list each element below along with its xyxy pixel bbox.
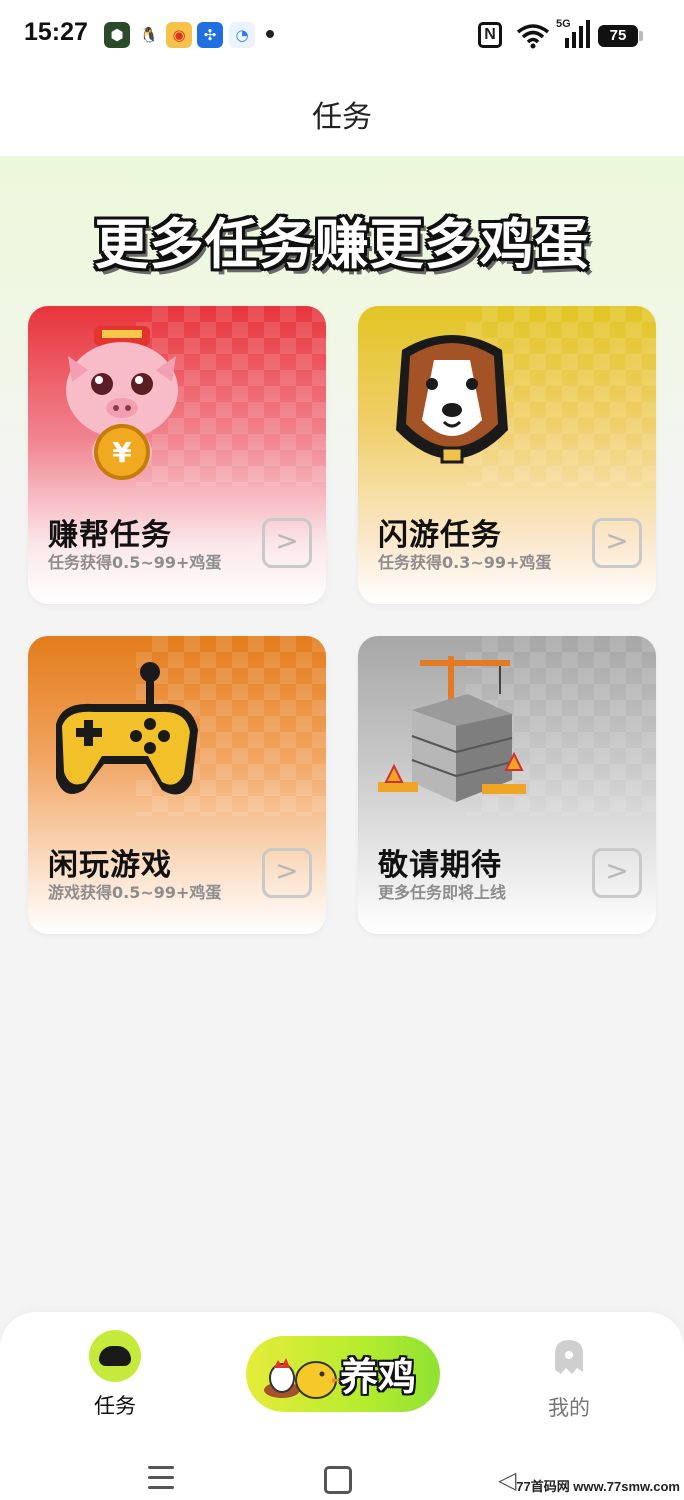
- browser-icon: ◔: [229, 22, 255, 48]
- signal-icon: [565, 20, 590, 48]
- card-title: 赚帮任务: [48, 518, 172, 553]
- system-home-icon[interactable]: [324, 1466, 352, 1494]
- chevron-right-icon[interactable]: >: [592, 518, 642, 568]
- task-card-shanyou[interactable]: 闪游任务 任务获得0.3~99+鸡蛋 >: [358, 306, 656, 604]
- card-subtitle: 游戏获得0.5~99+鸡蛋: [48, 883, 222, 902]
- header: 任务: [0, 70, 684, 156]
- card-subtitle: 更多任务即将上线: [378, 883, 507, 902]
- system-menu-icon[interactable]: [148, 1466, 174, 1496]
- wifi-icon: [516, 24, 550, 49]
- nav-tab-task[interactable]: 任务: [80, 1328, 150, 1420]
- chevron-right-icon[interactable]: >: [592, 848, 642, 898]
- task-tab-icon: [89, 1330, 141, 1382]
- card-subtitle: 任务获得0.5~99+鸡蛋: [48, 553, 222, 572]
- system-back-icon[interactable]: ◁: [498, 1466, 516, 1494]
- construction-icon: [378, 656, 526, 802]
- app-notification-icon: ⬢: [104, 22, 130, 48]
- raise-chicken-label: 养鸡: [340, 1355, 417, 1399]
- pinwheel-app-icon: ✣: [197, 22, 223, 48]
- chicken-egg-icon: [264, 1358, 340, 1399]
- banner-title: 更多任务赚更多鸡蛋: [94, 213, 590, 276]
- pig-coin-icon: ¥: [66, 326, 178, 480]
- raise-chicken-button[interactable]: 养鸡: [246, 1336, 440, 1412]
- weibo-icon: ◉: [166, 22, 192, 48]
- page-title: 任务: [312, 100, 372, 135]
- ghost-user-icon: [555, 1340, 583, 1374]
- nav-tab-me[interactable]: 我的: [534, 1338, 604, 1422]
- more-notifications-icon: [266, 30, 274, 38]
- status-time: 15:27: [24, 18, 88, 46]
- nfc-icon: N: [478, 22, 502, 48]
- battery-icon: [639, 31, 643, 41]
- nav-tab-me-label: 我的: [548, 1396, 590, 1420]
- status-bar: 15:27 ⬢ 🐧 ◉ ✣ ◔ N 5G 75: [0, 0, 684, 70]
- battery-level: 75: [598, 25, 638, 47]
- svg-text:¥: ¥: [112, 436, 132, 469]
- task-card-zhuanbang[interactable]: ¥ 赚帮任务 任务获得0.5~99+鸡蛋 >: [28, 306, 326, 604]
- task-card-xianwan[interactable]: 闲玩游戏 游戏获得0.5~99+鸡蛋 >: [28, 636, 326, 934]
- chevron-right-icon[interactable]: >: [262, 518, 312, 568]
- dog-icon: [396, 335, 508, 464]
- card-title: 闪游任务: [378, 518, 502, 553]
- chevron-right-icon[interactable]: >: [262, 848, 312, 898]
- qq-icon: 🐧: [139, 26, 159, 44]
- nav-tab-task-label: 任务: [94, 1394, 136, 1418]
- card-title: 敬请期待: [378, 848, 502, 883]
- watermark: 77首码网 www.77smw.com: [516, 1479, 680, 1494]
- gamepad-icon: [56, 662, 198, 795]
- card-subtitle: 任务获得0.3~99+鸡蛋: [378, 553, 552, 572]
- card-title: 闲玩游戏: [48, 848, 172, 883]
- task-card-coming-soon[interactable]: 敬请期待 更多任务即将上线 >: [358, 636, 656, 934]
